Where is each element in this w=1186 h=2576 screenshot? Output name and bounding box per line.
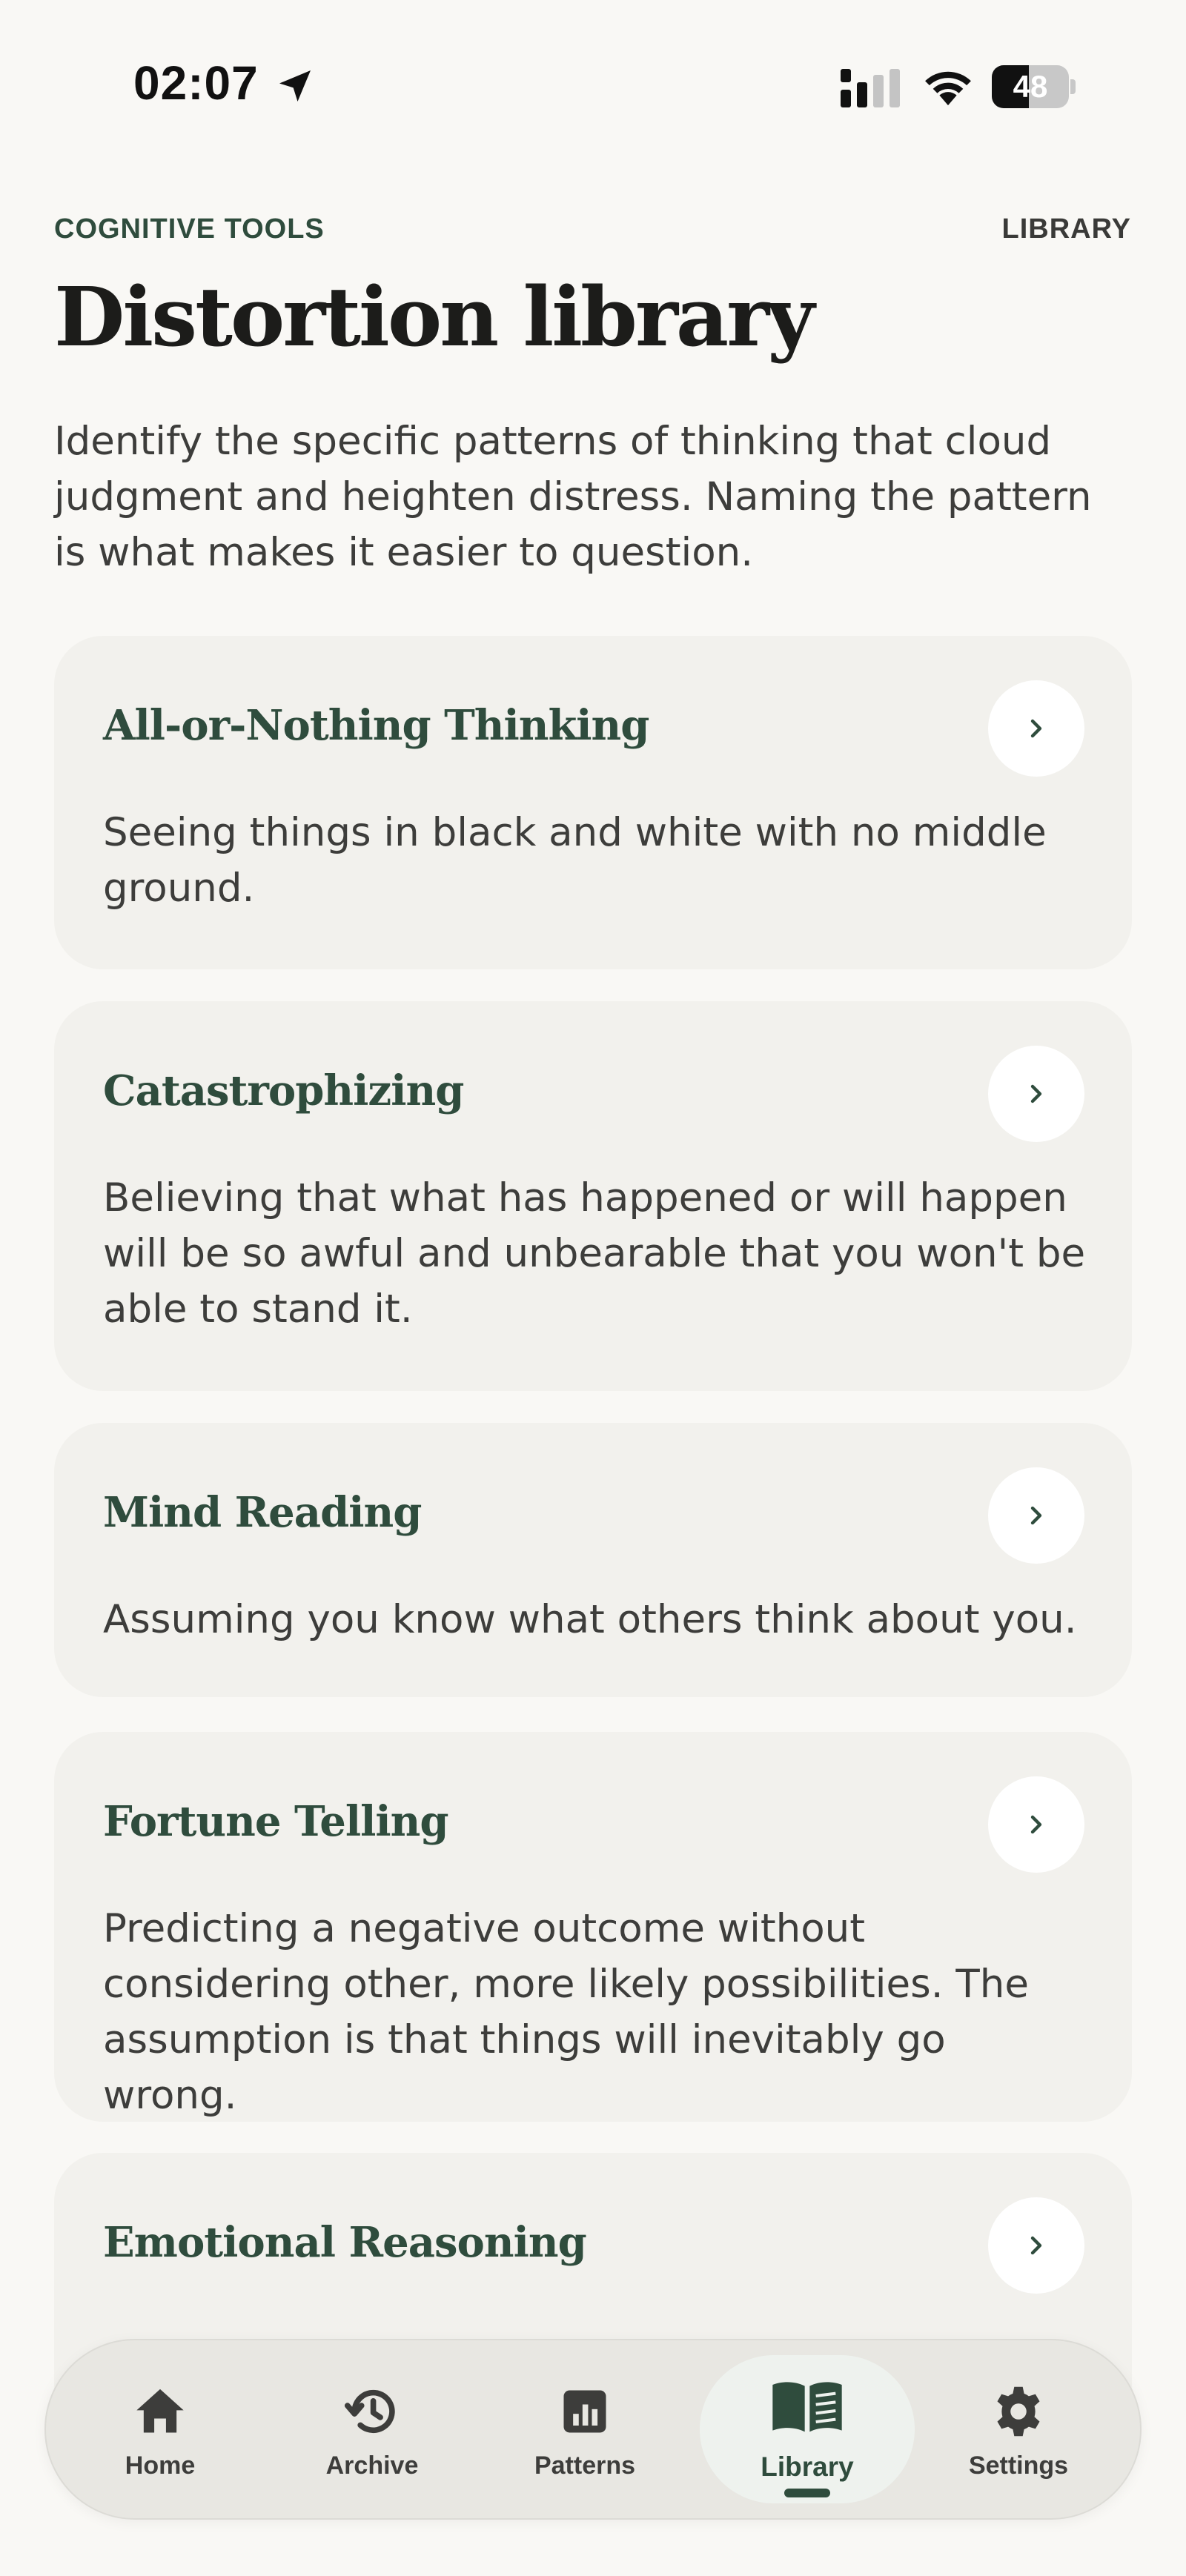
open-card-button[interactable]	[988, 2197, 1084, 2294]
distortion-card-mind-reading[interactable]: Mind Reading Assuming you know what othe…	[54, 1423, 1132, 1697]
chevron-right-icon	[1030, 719, 1042, 738]
distortion-card-catastrophizing[interactable]: Catastrophizing Believing that what has …	[54, 1001, 1132, 1391]
intro-text: Identify the specific patterns of thinki…	[54, 419, 1092, 575]
wifi-icon	[925, 71, 971, 106]
open-card-button[interactable]	[988, 680, 1084, 777]
card-description: Believing that what has happened or will…	[103, 1175, 1086, 1332]
tab-home[interactable]: Home	[56, 2340, 264, 2518]
page-title: Distortion library	[54, 269, 815, 365]
tab-archive[interactable]: Archive	[268, 2340, 476, 2518]
location-arrow-icon	[279, 70, 311, 102]
tab-label: Archive	[325, 2451, 419, 2480]
history-icon	[344, 2389, 395, 2434]
tab-label: Home	[125, 2451, 196, 2480]
gear-icon	[997, 2386, 1040, 2437]
home-icon	[136, 2389, 184, 2433]
chevron-right-icon	[1030, 1815, 1042, 1834]
card-title: Mind Reading	[103, 1488, 422, 1537]
tab-label: Library	[761, 2451, 854, 2482]
status-bar: 02:07 48	[0, 0, 1186, 170]
card-title: All-or-Nothing Thinking	[103, 701, 649, 750]
tab-patterns[interactable]: Patterns	[481, 2340, 689, 2518]
card-description: Assuming you know what others think abou…	[103, 1597, 1077, 1642]
card-title: Emotional Reasoning	[103, 2218, 587, 2267]
tab-label: Settings	[968, 2451, 1069, 2480]
status-time: 02:07	[133, 56, 259, 110]
card-description: Predicting a negative outcome without co…	[103, 1906, 1029, 2118]
distortion-card-all-or-nothing[interactable]: All-or-Nothing Thinking Seeing things in…	[54, 636, 1132, 969]
open-card-button[interactable]	[988, 1467, 1084, 1564]
eyebrow-label: COGNITIVE TOOLS	[54, 213, 325, 245]
battery-level: 48	[1013, 69, 1048, 104]
tab-library[interactable]: Library	[700, 2340, 915, 2518]
tab-label: Patterns	[534, 2451, 636, 2480]
chevron-right-icon	[1030, 1506, 1042, 1525]
open-card-button[interactable]	[988, 1046, 1084, 1142]
open-book-icon	[772, 2382, 842, 2432]
distortion-card-fortune-telling[interactable]: Fortune Telling Predicting a negative ou…	[54, 1732, 1132, 2122]
card-title: Catastrophizing	[103, 1066, 464, 1115]
open-card-button[interactable]	[988, 1776, 1084, 1873]
bottom-tab-bar: Home Archive Patterns Library Settings	[44, 2339, 1142, 2520]
bar-chart-icon	[563, 2390, 606, 2433]
chevron-right-icon	[1030, 2236, 1042, 2255]
tab-settings[interactable]: Settings	[915, 2340, 1122, 2518]
card-description: Seeing things in black and white with no…	[103, 810, 1047, 911]
chevron-right-icon	[1030, 1084, 1042, 1103]
section-label: LIBRARY	[1001, 213, 1131, 245]
cellular-signal-icon	[841, 69, 900, 107]
card-title: Fortune Telling	[103, 1797, 449, 1846]
battery-icon: 48	[992, 65, 1076, 108]
active-tab-indicator	[784, 2489, 830, 2497]
